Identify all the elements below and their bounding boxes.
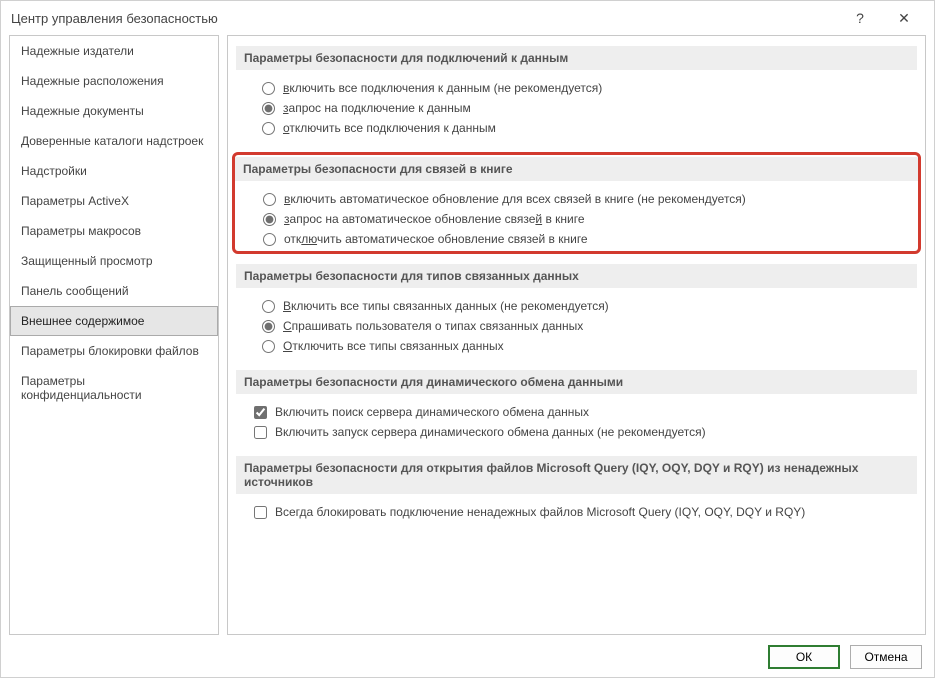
linked_data_types-label-0[interactable]: Включить все типы связанных данных (не р…	[283, 296, 609, 316]
group-header-msquery: Параметры безопасности для открытия файл…	[236, 456, 917, 494]
options-workbook_links: включить автоматическое обновление для в…	[235, 189, 918, 251]
data_connections-option-1: запрос на подключение к данным	[262, 98, 911, 118]
group-header-data_connections: Параметры безопасности для подключений к…	[236, 46, 917, 70]
msquery-checkbox-0[interactable]	[254, 506, 267, 519]
ok-button[interactable]: ОК	[768, 645, 840, 669]
msquery-option-0: Всегда блокировать подключение ненадежны…	[254, 502, 911, 522]
data_connections-option-2: отключить все подключения к данным	[262, 118, 911, 138]
linked_data_types-radio-0[interactable]	[262, 300, 275, 313]
data_connections-label-2[interactable]: отключить все подключения к данным	[283, 118, 496, 138]
options-dde: Включить поиск сервера динамического обм…	[234, 402, 919, 444]
group-data_connections: Параметры безопасности для подключений к…	[234, 46, 919, 140]
linked_data_types-radio-1[interactable]	[262, 320, 275, 333]
workbook_links-label-2[interactable]: отключить автоматическое обновление связ…	[284, 229, 588, 249]
trust-center-dialog: Центр управления безопасностью ? ✕ Надеж…	[0, 0, 935, 678]
options-data_connections: включить все подключения к данным (не ре…	[234, 78, 919, 140]
msquery-label-0[interactable]: Всегда блокировать подключение ненадежны…	[275, 502, 805, 522]
workbook_links-option-0: включить автоматическое обновление для в…	[263, 189, 910, 209]
workbook_links-radio-2[interactable]	[263, 233, 276, 246]
sidebar-item-1[interactable]: Надежные расположения	[10, 66, 218, 96]
group-header-workbook_links: Параметры безопасности для связей в книг…	[235, 157, 918, 181]
sidebar-item-8[interactable]: Панель сообщений	[10, 276, 218, 306]
content-pane: Параметры безопасности для подключений к…	[227, 35, 926, 635]
sidebar-item-9[interactable]: Внешнее содержимое	[10, 306, 218, 336]
window-title: Центр управления безопасностью	[11, 11, 218, 26]
options-linked_data_types: Включить все типы связанных данных (не р…	[234, 296, 919, 358]
cancel-button[interactable]: Отмена	[850, 645, 922, 669]
linked_data_types-option-2: Отключить все типы связанных данных	[262, 336, 911, 356]
workbook_links-radio-0[interactable]	[263, 193, 276, 206]
group-workbook_links: Параметры безопасности для связей в книг…	[232, 152, 921, 254]
sidebar-item-3[interactable]: Доверенные каталоги надстроек	[10, 126, 218, 156]
close-button[interactable]: ✕	[882, 3, 926, 33]
sidebar: Надежные издателиНадежные расположенияНа…	[9, 35, 219, 635]
linked_data_types-label-1[interactable]: Спрашивать пользователя о типах связанны…	[283, 316, 583, 336]
group-header-dde: Параметры безопасности для динамического…	[236, 370, 917, 394]
sidebar-item-11[interactable]: Параметры конфиденциальности	[10, 366, 218, 410]
sidebar-item-2[interactable]: Надежные документы	[10, 96, 218, 126]
data_connections-radio-2[interactable]	[262, 122, 275, 135]
dde-option-0: Включить поиск сервера динамического обм…	[254, 402, 911, 422]
dde-option-1: Включить запуск сервера динамического об…	[254, 422, 911, 442]
dde-checkbox-0[interactable]	[254, 406, 267, 419]
workbook_links-option-1: запрос на автоматическое обновление связ…	[263, 209, 910, 229]
sidebar-item-10[interactable]: Параметры блокировки файлов	[10, 336, 218, 366]
data_connections-label-1[interactable]: запрос на подключение к данным	[283, 98, 471, 118]
linked_data_types-label-2[interactable]: Отключить все типы связанных данных	[283, 336, 504, 356]
group-dde: Параметры безопасности для динамического…	[234, 370, 919, 444]
dialog-footer: ОК Отмена	[1, 637, 934, 677]
sidebar-item-4[interactable]: Надстройки	[10, 156, 218, 186]
data_connections-radio-0[interactable]	[262, 82, 275, 95]
dde-label-1[interactable]: Включить запуск сервера динамического об…	[275, 422, 706, 442]
workbook_links-option-2: отключить автоматическое обновление связ…	[263, 229, 910, 249]
workbook_links-label-0[interactable]: включить автоматическое обновление для в…	[284, 189, 746, 209]
linked_data_types-option-1: Спрашивать пользователя о типах связанны…	[262, 316, 911, 336]
group-header-linked_data_types: Параметры безопасности для типов связанн…	[236, 264, 917, 288]
group-msquery: Параметры безопасности для открытия файл…	[234, 456, 919, 524]
titlebar: Центр управления безопасностью ? ✕	[1, 1, 934, 35]
sidebar-item-5[interactable]: Параметры ActiveX	[10, 186, 218, 216]
data_connections-radio-1[interactable]	[262, 102, 275, 115]
data_connections-option-0: включить все подключения к данным (не ре…	[262, 78, 911, 98]
sidebar-item-6[interactable]: Параметры макросов	[10, 216, 218, 246]
linked_data_types-radio-2[interactable]	[262, 340, 275, 353]
sidebar-item-0[interactable]: Надежные издатели	[10, 36, 218, 66]
dde-label-0[interactable]: Включить поиск сервера динамического обм…	[275, 402, 589, 422]
sidebar-item-7[interactable]: Защищенный просмотр	[10, 246, 218, 276]
linked_data_types-option-0: Включить все типы связанных данных (не р…	[262, 296, 911, 316]
group-linked_data_types: Параметры безопасности для типов связанн…	[234, 264, 919, 358]
options-msquery: Всегда блокировать подключение ненадежны…	[234, 502, 919, 524]
workbook_links-radio-1[interactable]	[263, 213, 276, 226]
help-button[interactable]: ?	[838, 3, 882, 33]
workbook_links-label-1[interactable]: запрос на автоматическое обновление связ…	[284, 209, 585, 229]
data_connections-label-0[interactable]: включить все подключения к данным (не ре…	[283, 78, 602, 98]
dde-checkbox-1[interactable]	[254, 426, 267, 439]
